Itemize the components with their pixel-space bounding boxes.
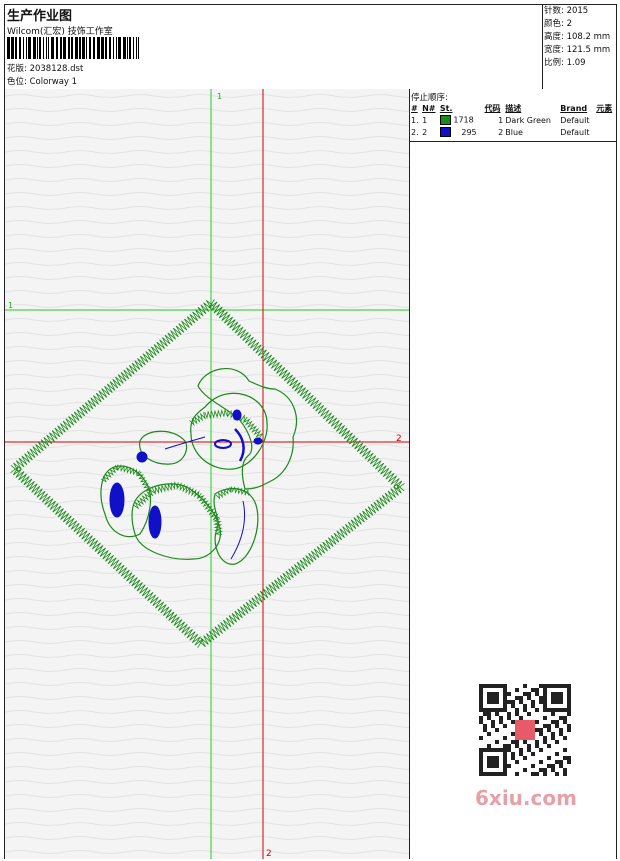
blue-paw-pad — [136, 451, 148, 463]
colorway-label: 色位: — [7, 77, 27, 87]
stat-height: 高度: 108.2 mm — [544, 32, 611, 42]
color-swatch-green — [439, 115, 451, 125]
panel-divider — [410, 141, 616, 142]
table-row[interactable]: 2. 2 295 2 Blue Default — [410, 126, 616, 138]
stat-width: 宽度: 121.5 mm — [544, 45, 611, 55]
guide-label-h-green: 1 — [8, 301, 13, 310]
col-hash: # — [411, 103, 418, 113]
fabric-background — [5, 89, 409, 859]
guide-label-h-red: 2 — [396, 434, 402, 444]
stat-scale: 比例: 1.09 — [544, 58, 586, 68]
guide-label-v-red: 2 — [266, 849, 272, 859]
colorway-name: Colorway 1 — [29, 77, 78, 87]
studio-name: Wilcom(汇宏) 技饰工作室 — [7, 27, 113, 37]
embroidery-preview: 1 1 2 2 — [5, 89, 409, 859]
watermark-logo: 6xiu.com — [475, 786, 577, 810]
stop-sequence-title: 停止顺序: — [411, 93, 448, 103]
col-number: N# — [422, 103, 436, 113]
qr-code — [465, 680, 580, 782]
col-brand: Brand — [560, 103, 588, 113]
stat-colors: 颜色: 2 — [544, 19, 572, 29]
blue-foot-pad-right — [148, 505, 162, 539]
col-stitches: St. — [439, 103, 453, 113]
col-description: 描述 — [505, 103, 522, 113]
col-element: 元素 — [596, 103, 613, 113]
stat-stitches: 针数: 2015 — [544, 6, 589, 16]
col-code: 代码 — [484, 103, 501, 113]
blue-foot-pad-left — [109, 482, 125, 518]
stop-sequence-table: # N# St. 代码 描述 Brand 元素 1. 1 1718 1 Dark… — [410, 102, 616, 138]
color-swatch-blue — [439, 127, 451, 137]
blue-dot-right — [253, 437, 263, 445]
table-row[interactable]: 1. 1 1718 1 Dark Green Default — [410, 114, 616, 126]
design-file-line: 花版: 2038128.dst — [7, 62, 83, 74]
design-file-name: 2038128.dst — [29, 64, 84, 74]
guide-label-v-green: 1 — [217, 92, 222, 101]
blue-eye — [232, 409, 242, 421]
colorway-line: 色位: Colorway 1 — [7, 75, 77, 87]
sheet-header: 生产作业图 Wilcom(汇宏) 技饰工作室 花版: 2038128.dst 色… — [5, 5, 616, 90]
design-stats: 针数: 2015 颜色: 2 高度: 108.2 mm 宽度: 121.5 mm… — [542, 5, 617, 89]
design-canvas[interactable]: 1 1 2 2 — [5, 89, 410, 859]
design-label: 花版: — [7, 64, 27, 74]
page-title: 生产作业图 — [7, 9, 73, 24]
barcode — [7, 37, 139, 59]
table-header-row: # N# St. 代码 描述 Brand 元素 — [410, 102, 616, 114]
